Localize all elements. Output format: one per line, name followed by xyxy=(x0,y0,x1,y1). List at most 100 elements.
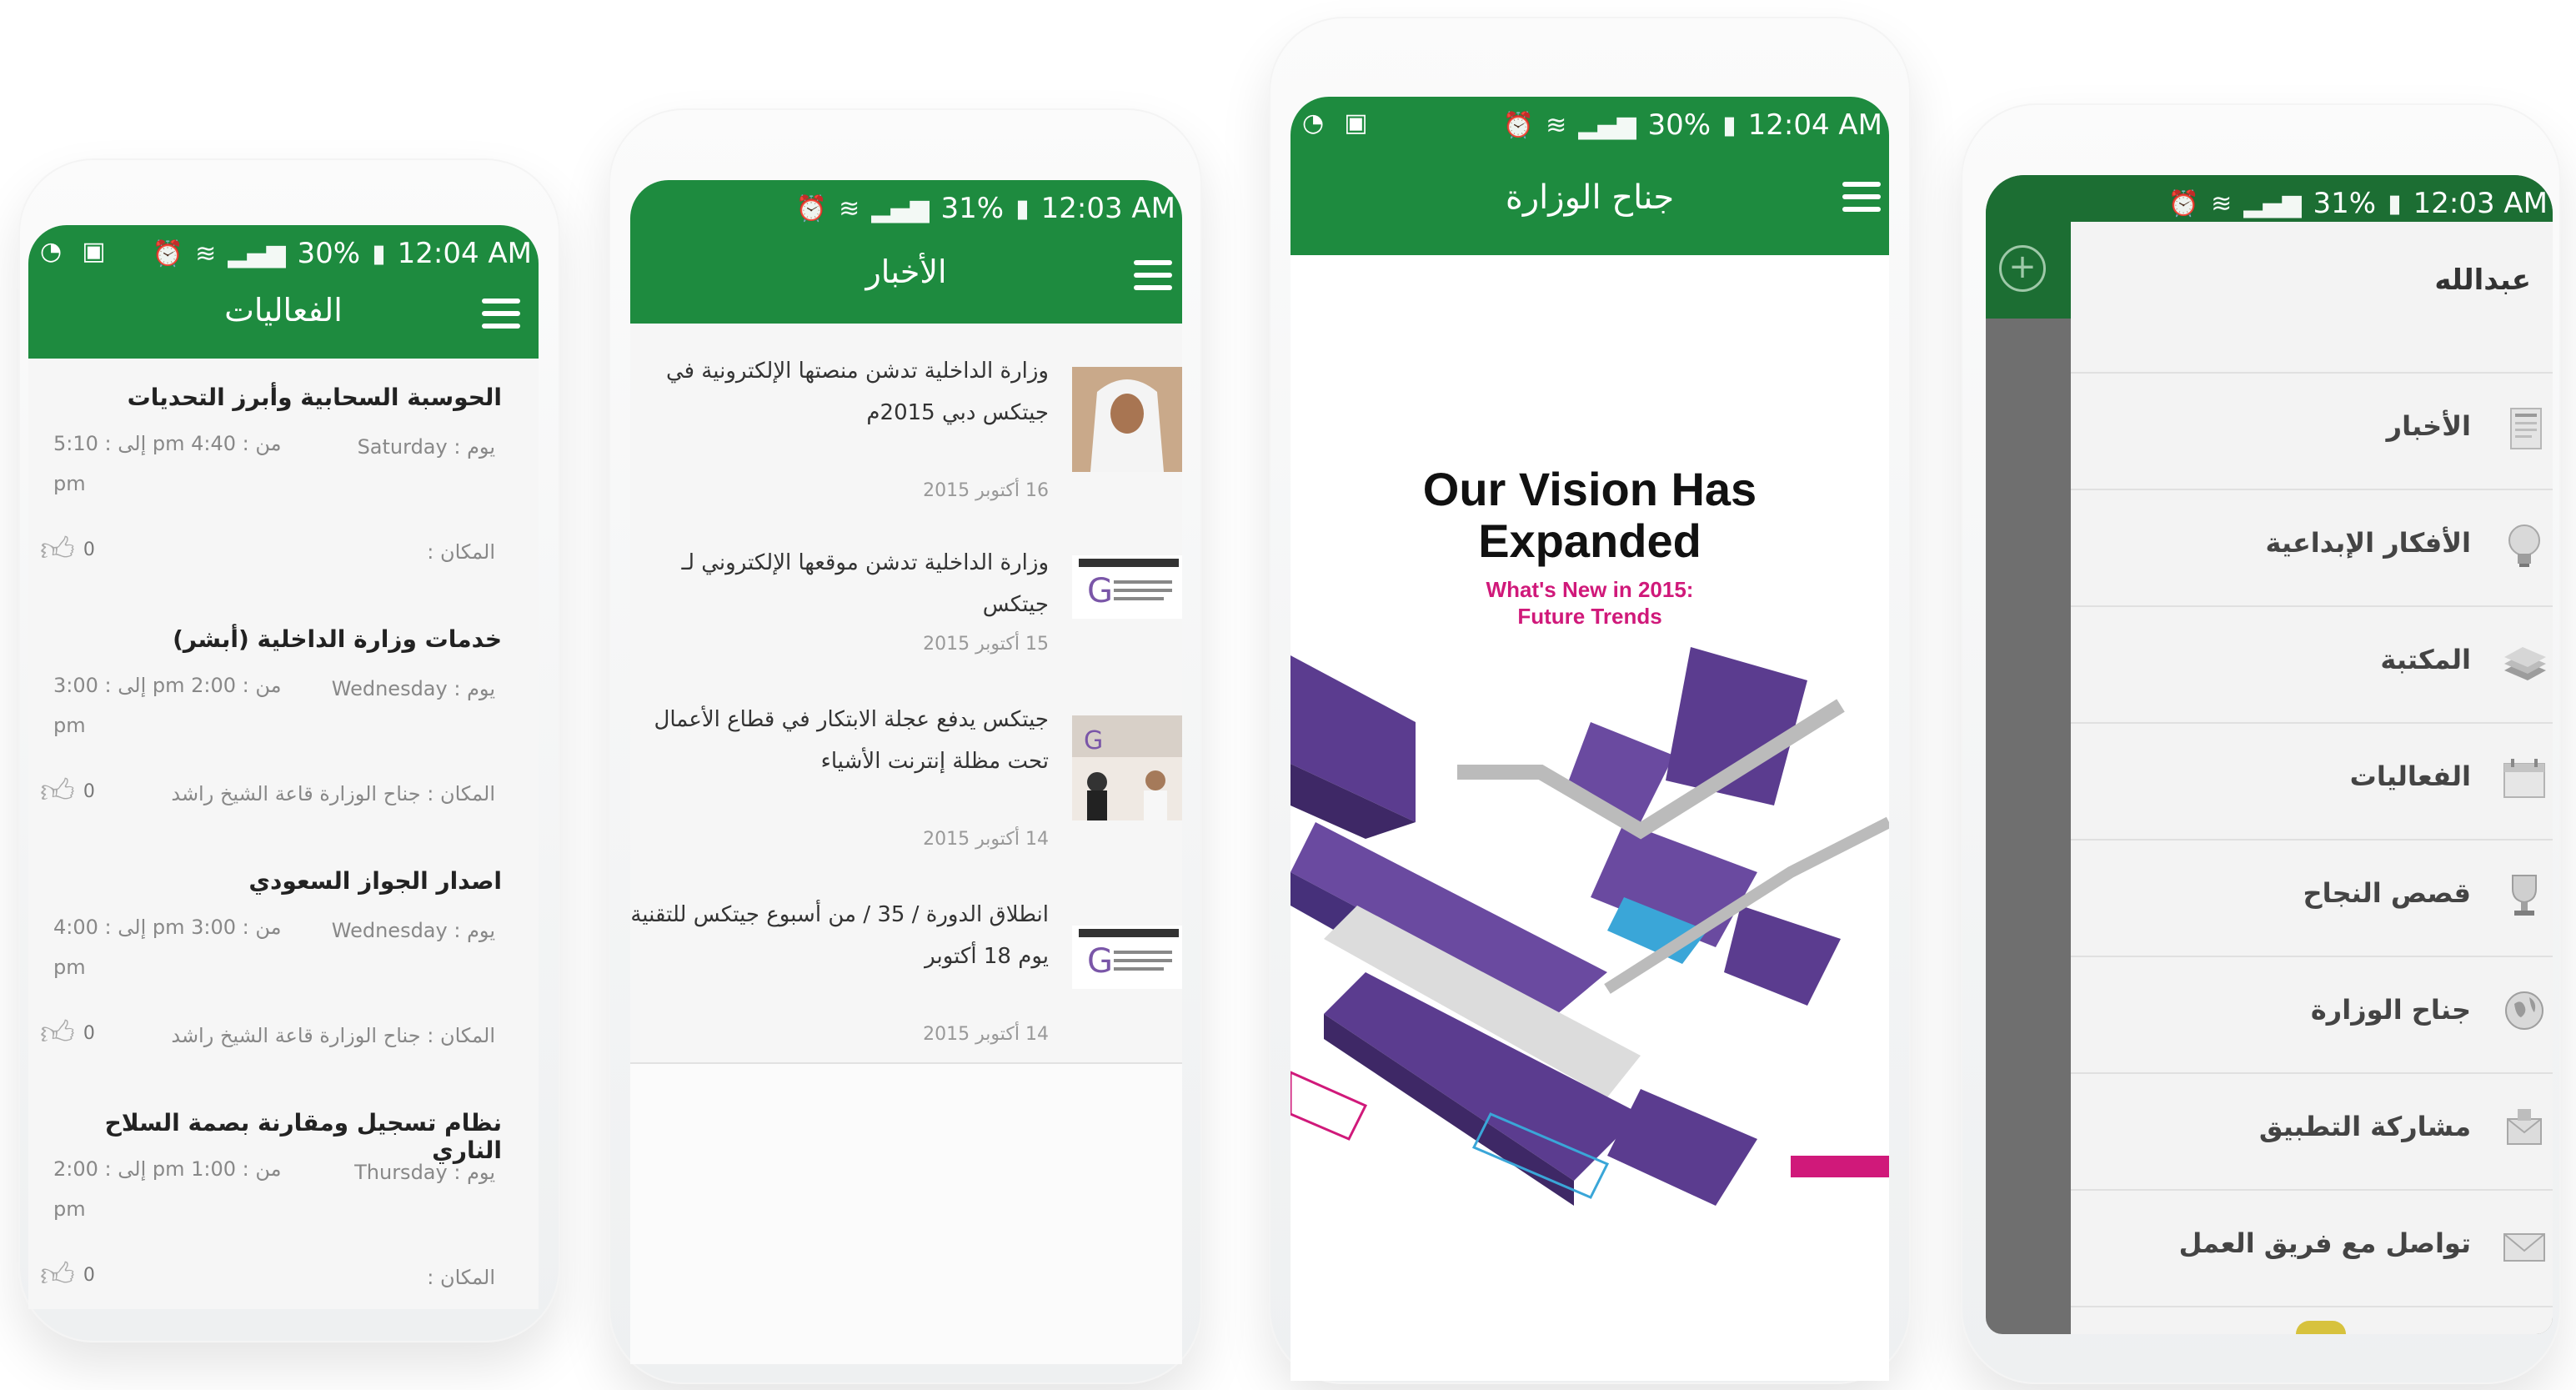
news-thumbnail[interactable]: G xyxy=(1072,715,1182,820)
press-photo-icon: G xyxy=(1072,715,1182,820)
poster-headline-1: Our Vision Has xyxy=(1422,463,1757,515)
like-button[interactable]: 👍︎ 0 xyxy=(40,529,95,570)
event-place: المكان : xyxy=(427,540,495,564)
drawer-item-library[interactable]: المكتبة xyxy=(2071,605,2553,724)
event-time: من : 3:00 pm إلى : 4:00 pm xyxy=(53,916,282,979)
app-bar: ⏰ ≋ ▂▄▆ 31% ▮ 12:03 AM الأخبار xyxy=(630,180,1182,324)
event-place: المكان : جناح الوزارة قاعة الشيخ راشد xyxy=(171,782,495,805)
add-icon[interactable]: + xyxy=(1999,245,2046,292)
alarm-icon: ⏰ xyxy=(2168,188,2200,218)
svg-text:G: G xyxy=(1087,942,1113,981)
news-headline: جيتكس يدفع عجلة الابتكار في قطاع الأعمال… xyxy=(654,707,1049,774)
like-button[interactable]: 👍︎ 0 xyxy=(40,771,95,811)
like-count: 0 xyxy=(83,1264,95,1286)
drawer-item-label: تواصل مع فريق العمل xyxy=(2178,1227,2471,1259)
svg-text:G: G xyxy=(1087,572,1113,610)
person-photo-icon xyxy=(1072,367,1182,472)
phone-drawer: ⏰ ≋ ▂▄▆ 31% ▮ 12:03 AM + عبدالله الأخبار xyxy=(1961,103,2561,1384)
like-button[interactable]: 👍︎ 0 xyxy=(40,1013,95,1053)
like-count: 0 xyxy=(83,539,95,560)
event-item[interactable]: نظام تسجيل ومقارنة بصمة السلاح الناري يو… xyxy=(28,1084,539,1309)
like-count: 0 xyxy=(83,1022,95,1044)
news-thumbnail[interactable] xyxy=(1072,367,1182,472)
phone-news: ⏰ ≋ ▂▄▆ 31% ▮ 12:03 AM الأخبار وزارة الد… xyxy=(609,108,1202,1384)
drawer-item-pavilion[interactable]: جناح الوزارة xyxy=(2071,956,2553,1074)
event-day: يوم : Wednesday xyxy=(331,677,495,700)
event-item[interactable]: الحوسبة السحابية وأبرز التحديات يوم : Sa… xyxy=(28,359,539,602)
news-item[interactable]: جيتكس يدفع عجلة الابتكار في قطاع الأعمال… xyxy=(630,672,1182,869)
wifi-icon: ≋ xyxy=(839,193,860,223)
alarm-icon: ⏰ xyxy=(795,193,828,223)
event-item[interactable]: خدمات وزارة الداخلية (أبشر) يوم : Wednes… xyxy=(28,600,539,844)
signal-icon: ▂▄▆ xyxy=(1578,110,1636,140)
drawer-item-events[interactable]: الفعاليات xyxy=(2071,722,2553,841)
calendar-icon xyxy=(2503,759,2545,798)
exhibition-map-poster[interactable]: Our Vision Has Expanded What's New in 20… xyxy=(1291,255,1889,1206)
alarm-icon: ⏰ xyxy=(152,238,184,268)
drawer-screen: ⏰ ≋ ▂▄▆ 31% ▮ 12:03 AM + عبدالله الأخبار xyxy=(1986,175,2553,1334)
news-headline: وزارة الداخلية تدشن موقعها الإلكتروني لـ… xyxy=(681,550,1049,617)
news-item[interactable]: وزارة الداخلية تدشن منصتها الإلكترونية ف… xyxy=(630,324,1182,520)
lightbulb-icon xyxy=(2508,524,2540,567)
news-date: 16 أكتوبر 2015 xyxy=(923,480,1049,501)
phone-pavilion: ◔ ▣ ⏰ ≋ ▂▄▆ 30% ▮ 12:04 AM جناح الوزارة … xyxy=(1269,17,1911,1384)
event-item[interactable]: اصدار الجواز السعودي يوم : Wednesday من … xyxy=(28,842,539,1086)
app-bar: ◔ ▣ ⏰ ≋ ▂▄▆ 30% ▮ 12:04 AM الفعاليات xyxy=(28,225,539,359)
like-count: 0 xyxy=(83,780,95,802)
event-place: المكان : جناح الوزارة قاعة الشيخ راشد xyxy=(171,1024,495,1047)
drawer-item-label: جناح الوزارة xyxy=(2310,994,2471,1026)
news-thumbnail[interactable]: G xyxy=(1072,555,1182,619)
battery-icon: ▮ xyxy=(2388,188,2402,218)
poster-subtitle-1: What's New in 2015: xyxy=(1486,577,1694,602)
page-title: الفعاليات xyxy=(224,292,343,329)
signal-icon: ▂▄▆ xyxy=(2243,188,2302,218)
page-title: جناح الوزارة xyxy=(1505,178,1675,217)
status-time: 12:03 AM xyxy=(2413,187,2548,220)
news-headline: انطلاق الدورة / 35 / من أسبوع جيتكس للتق… xyxy=(630,902,1049,969)
news-date: 15 أكتوبر 2015 xyxy=(923,634,1049,655)
drawer-item-ideas[interactable]: الأفكار الإبداعية xyxy=(2071,489,2553,607)
drawer-item-label: قصص النجاح xyxy=(2303,877,2471,909)
news-date: 14 أكتوبر 2015 xyxy=(923,829,1049,850)
battery-text: 31% xyxy=(940,192,1005,225)
whatsapp-icon: ◔ xyxy=(40,237,63,266)
hamburger-menu-icon[interactable] xyxy=(1134,260,1172,290)
battery-icon: ▮ xyxy=(1722,110,1737,140)
event-time: من : 4:40 pm إلى : 5:10 pm xyxy=(53,432,282,495)
floor-plan-illustration xyxy=(1291,647,1889,1206)
wifi-icon: ≋ xyxy=(195,238,217,268)
image-icon: ▣ xyxy=(1344,108,1368,138)
news-item[interactable]: انطلاق الدورة / 35 / من أسبوع جيتكس للتق… xyxy=(630,867,1182,1064)
event-title: اصدار الجواز السعودي xyxy=(248,867,502,895)
status-bar: ⏰ ≋ ▂▄▆ 30% ▮ 12:04 AM xyxy=(153,237,532,270)
svg-text:G: G xyxy=(1084,726,1103,755)
status-left-icons: ◔ ▣ xyxy=(40,237,106,266)
news-screen: ⏰ ≋ ▂▄▆ 31% ▮ 12:03 AM الأخبار وزارة الد… xyxy=(630,180,1182,1364)
drawer-item-success-stories[interactable]: قصص النجاح xyxy=(2071,839,2553,957)
drawer-item-label: المكتبة xyxy=(2380,644,2471,675)
event-place: المكان : xyxy=(427,1266,495,1289)
news-thumbnail[interactable]: G xyxy=(1072,926,1182,989)
drawer-item-label: الأخبار xyxy=(2386,410,2471,442)
event-day: يوم : Wednesday xyxy=(331,919,495,942)
news-headline: وزارة الداخلية تدشن منصتها الإلكترونية ف… xyxy=(665,359,1049,425)
status-left-icons: ◔ ▣ xyxy=(1302,108,1368,138)
status-bar: ⏰ ≋ ▂▄▆ 31% ▮ 12:03 AM xyxy=(796,192,1175,225)
news-item[interactable]: وزارة الداخلية تدشن موقعها الإلكتروني لـ… xyxy=(630,519,1182,674)
status-time: 12:03 AM xyxy=(1040,192,1175,225)
drawer-item-share-app[interactable]: مشاركة التطبيق xyxy=(2071,1072,2553,1191)
drawer-item-news[interactable]: الأخبار xyxy=(2071,372,2553,490)
news-date: 14 أكتوبر 2015 xyxy=(923,1024,1049,1045)
globe-icon xyxy=(2505,991,2543,1030)
event-time: من : 1:00 pm إلى : 2:00 pm xyxy=(53,1157,282,1221)
hamburger-menu-icon[interactable] xyxy=(1842,182,1881,212)
like-button[interactable]: 👍︎ 0 xyxy=(40,1255,95,1295)
trophy-icon xyxy=(2512,875,2537,916)
drawer-header: عبدالله xyxy=(2071,222,2553,374)
drawer-item-label: الأفكار الإبداعية xyxy=(2265,527,2471,559)
wifi-icon: ≋ xyxy=(1546,110,1567,140)
pavilion-screen: ◔ ▣ ⏰ ≋ ▂▄▆ 30% ▮ 12:04 AM جناح الوزارة … xyxy=(1291,97,1889,1381)
share-icon xyxy=(2507,1109,2542,1145)
drawer-item-contact-team[interactable]: تواصل مع فريق العمل xyxy=(2071,1189,2553,1307)
hamburger-menu-icon[interactable] xyxy=(482,299,520,329)
